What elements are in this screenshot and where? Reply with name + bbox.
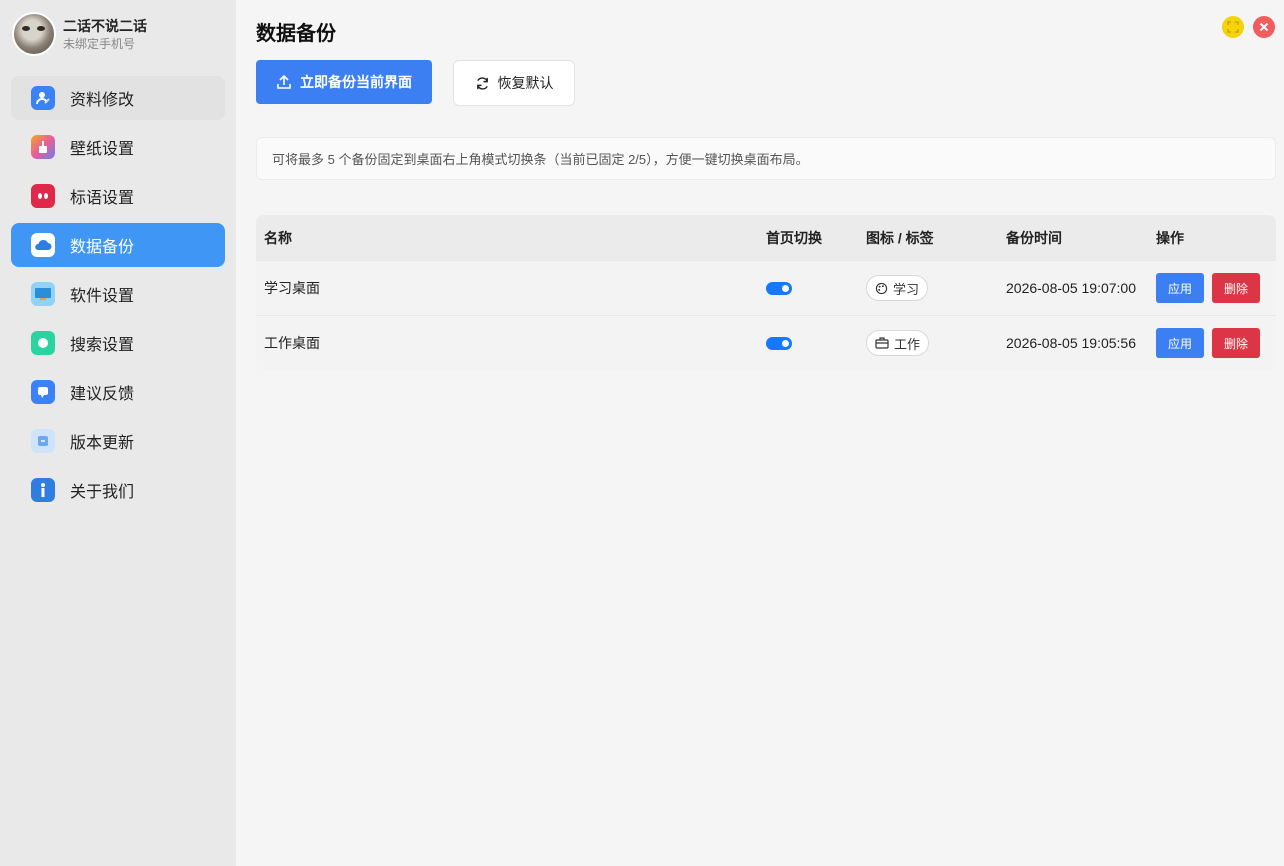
window-controls [1222, 16, 1275, 38]
header-ops: 操作 [1156, 229, 1184, 246]
delete-button[interactable]: 删除 [1212, 273, 1260, 303]
tag-badge: 工作 [866, 330, 930, 356]
sidebar-item-software[interactable]: 软件设置 [11, 272, 225, 316]
header-tag: 图标 / 标签 [866, 229, 934, 246]
fullscreen-button[interactable] [1222, 16, 1244, 38]
sidebar-item-label: 搜索设置 [70, 337, 135, 354]
cloud-icon [31, 233, 55, 257]
briefcase-icon [875, 337, 889, 349]
sidebar-item-label: 标语设置 [70, 190, 135, 207]
backup-table: 名称 首页切换 图标 / 标签 备份时间 操作 学习桌面 学习 2026-08-… [256, 215, 1276, 370]
sidebar-item-label: 数据备份 [70, 239, 135, 256]
sidebar-item-search[interactable]: 搜索设置 [11, 321, 225, 365]
restore-default-label: 恢复默认 [497, 75, 554, 91]
sidebar-item-label: 壁纸设置 [70, 141, 135, 158]
table-row: 学习桌面 学习 2026-08-05 19:07:00 应用 删除 [256, 260, 1276, 315]
sidebar-item-update[interactable]: 版本更新 [11, 419, 225, 463]
tag-label: 工作 [894, 336, 921, 352]
page-title: 数据备份 [256, 23, 336, 45]
tag-badge: 学习 [866, 275, 929, 301]
main-panel: 数据备份 立即备份当前界面 恢复默认 可将最多 5 个备份固定到桌面右上角模式切… [236, 0, 1284, 866]
apply-button[interactable]: 应用 [1156, 328, 1204, 358]
update-icon [31, 429, 55, 453]
table-row: 工作桌面 工作 2026-08-05 19:05:56 应用 删除 [256, 315, 1276, 370]
header-time: 备份时间 [1006, 229, 1062, 246]
sidebar-item-feedback[interactable]: 建议反馈 [11, 370, 225, 414]
info-text: 可将最多 5 个备份固定到桌面右上角模式切换条（当前已固定 2/5），方便一键切… [272, 152, 809, 167]
close-icon [1259, 22, 1269, 32]
monitor-icon [31, 282, 55, 306]
sidebar: 二话不说二话 未绑定手机号 资料修改 壁纸设置 标语设置 数据备份 软件设置 搜… [0, 0, 236, 866]
phone-status: 未绑定手机号 [63, 37, 136, 51]
sidebar-item-label: 软件设置 [70, 288, 135, 305]
sidebar-item-slogan[interactable]: 标语设置 [11, 174, 225, 218]
delete-button[interactable]: 删除 [1212, 328, 1260, 358]
username: 二话不说二话 [63, 18, 147, 34]
avatar[interactable] [12, 12, 56, 56]
feedback-icon [31, 380, 55, 404]
backup-now-label: 立即备份当前界面 [300, 74, 412, 90]
header-name: 名称 [264, 229, 292, 246]
user-edit-icon [31, 86, 55, 110]
restore-default-button[interactable]: 恢复默认 [453, 60, 575, 106]
wallpaper-icon [31, 135, 55, 159]
quote-icon [31, 184, 55, 208]
tag-label: 学习 [893, 281, 920, 297]
sidebar-item-label: 建议反馈 [70, 386, 135, 403]
close-button[interactable] [1253, 16, 1275, 38]
backup-time: 2026-08-05 19:05:56 [1006, 335, 1136, 351]
user-profile[interactable]: 二话不说二话 未绑定手机号 [11, 10, 225, 58]
sidebar-item-label: 资料修改 [70, 92, 135, 109]
palette-icon [875, 282, 888, 294]
sidebar-item-wallpaper[interactable]: 壁纸设置 [11, 125, 225, 169]
table-header: 名称 首页切换 图标 / 标签 备份时间 操作 [256, 215, 1276, 260]
upload-icon [277, 74, 291, 89]
search-bubble-icon [31, 331, 55, 355]
backup-now-button[interactable]: 立即备份当前界面 [256, 60, 432, 104]
fullscreen-icon [1227, 21, 1239, 33]
backup-time: 2026-08-05 19:07:00 [1006, 280, 1136, 296]
sidebar-item-profile[interactable]: 资料修改 [11, 76, 225, 120]
sidebar-item-about[interactable]: 关于我们 [11, 468, 225, 512]
home-switch-toggle[interactable] [766, 336, 792, 350]
home-switch-toggle[interactable] [766, 281, 792, 295]
sidebar-item-data-backup[interactable]: 数据备份 [11, 223, 225, 267]
backup-name: 学习桌面 [264, 280, 320, 296]
sidebar-item-label: 版本更新 [70, 435, 135, 452]
refresh-icon [476, 76, 488, 90]
header-toggle: 首页切换 [766, 229, 822, 246]
sidebar-item-label: 关于我们 [70, 484, 135, 501]
info-icon [31, 478, 55, 502]
backup-name: 工作桌面 [264, 335, 320, 351]
app-window: 二话不说二话 未绑定手机号 资料修改 壁纸设置 标语设置 数据备份 软件设置 搜… [0, 0, 1284, 866]
apply-button[interactable]: 应用 [1156, 273, 1204, 303]
info-notice: 可将最多 5 个备份固定到桌面右上角模式切换条（当前已固定 2/5），方便一键切… [256, 137, 1276, 180]
